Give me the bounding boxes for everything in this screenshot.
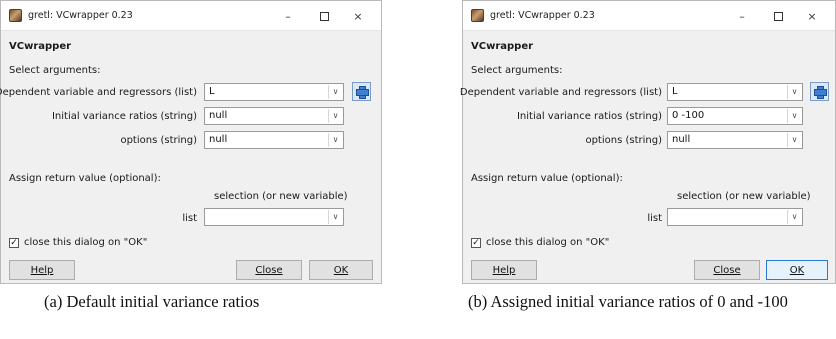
- chevron-down-icon[interactable]: ∨: [328, 109, 342, 123]
- initial-variance-ratios-combo[interactable]: null ∨: [204, 107, 344, 125]
- options-label: options (string): [120, 135, 197, 146]
- gretl-app-icon: [9, 9, 22, 22]
- dependent-variable-value: L: [209, 86, 215, 97]
- ok-button-label: OK: [333, 264, 349, 276]
- window-title: gretl: VCwrapper 0.23: [28, 10, 133, 21]
- close-on-ok-row[interactable]: ✓ close this dialog on "OK": [9, 237, 147, 248]
- select-arguments-label: Select arguments:: [9, 65, 101, 76]
- close-icon: ×: [353, 9, 363, 23]
- dependent-variable-value: L: [672, 86, 678, 97]
- panel-b: gretl: VCwrapper 0.23 – × VCwrapper Sele…: [459, 0, 836, 284]
- minimize-button[interactable]: –: [725, 1, 759, 31]
- list-label: list: [182, 213, 197, 224]
- close-button-label: Close: [255, 264, 283, 276]
- dependent-variable-label: Dependent variable and regressors (list): [0, 87, 197, 98]
- close-icon: ×: [807, 9, 817, 23]
- options-combo[interactable]: null ∨: [204, 131, 344, 149]
- dependent-variable-combo[interactable]: L ∨: [667, 83, 803, 101]
- ok-button[interactable]: OK: [766, 260, 828, 280]
- chevron-down-icon[interactable]: ∨: [787, 85, 801, 99]
- chevron-down-icon[interactable]: ∨: [787, 133, 801, 147]
- close-button[interactable]: Close: [694, 260, 760, 280]
- close-on-ok-row[interactable]: ✓ close this dialog on "OK": [471, 237, 609, 248]
- maximize-icon: [773, 11, 783, 21]
- close-on-ok-checkbox[interactable]: ✓: [471, 237, 481, 248]
- minimize-icon: –: [739, 9, 745, 23]
- initial-variance-ratios-value: 0 -100: [672, 110, 705, 121]
- dialog-heading: VCwrapper: [9, 41, 72, 52]
- dialog-heading: VCwrapper: [471, 41, 534, 52]
- list-label: list: [647, 213, 662, 224]
- caption-a: (a) Default initial variance ratios: [44, 292, 260, 311]
- selection-label: selection (or new variable): [214, 191, 348, 202]
- figure: gretl: VCwrapper 0.23 – × VCwrapper Sele…: [0, 0, 836, 339]
- initial-variance-ratios-value: null: [209, 110, 228, 121]
- close-on-ok-label: close this dialog on "OK": [486, 237, 610, 248]
- help-button-label: Help: [30, 264, 54, 276]
- initial-variance-ratios-label: Initial variance ratios (string): [51, 111, 197, 122]
- initial-variance-ratios-label: Initial variance ratios (string): [516, 111, 662, 122]
- close-button-label: Close: [713, 264, 741, 276]
- chevron-down-icon[interactable]: ∨: [328, 210, 342, 224]
- chevron-down-icon[interactable]: ∨: [328, 85, 342, 99]
- assign-return-label: Assign return value (optional):: [9, 173, 161, 184]
- maximize-icon: [319, 11, 329, 21]
- close-window-button[interactable]: ×: [341, 1, 375, 31]
- close-button[interactable]: Close: [236, 260, 302, 280]
- gretl-app-icon: [471, 9, 484, 22]
- add-list-button[interactable]: [810, 82, 829, 101]
- maximize-button[interactable]: [307, 1, 341, 31]
- plus-icon: [814, 86, 827, 99]
- minimize-icon: –: [285, 9, 291, 23]
- return-list-combo[interactable]: ∨: [204, 208, 344, 226]
- assign-return-label: Assign return value (optional):: [471, 173, 623, 184]
- panel-a: gretl: VCwrapper 0.23 – × VCwrapper Sele…: [0, 0, 382, 284]
- ok-button-label: OK: [789, 264, 805, 276]
- window-title: gretl: VCwrapper 0.23: [490, 10, 595, 21]
- help-button[interactable]: Help: [9, 260, 75, 280]
- caption-b: (b) Assigned initial variance ratios of …: [468, 292, 788, 311]
- return-list-combo[interactable]: ∨: [667, 208, 803, 226]
- plus-icon: [356, 86, 369, 99]
- chevron-down-icon[interactable]: ∨: [328, 133, 342, 147]
- dialog-window: gretl: VCwrapper 0.23 – × VCwrapper Sele…: [0, 0, 382, 284]
- close-window-button[interactable]: ×: [795, 1, 829, 31]
- ok-button[interactable]: OK: [309, 260, 373, 280]
- options-value: null: [209, 134, 228, 145]
- dependent-variable-label: Dependent variable and regressors (list): [459, 87, 662, 98]
- select-arguments-label: Select arguments:: [471, 65, 563, 76]
- chevron-down-icon[interactable]: ∨: [787, 109, 801, 123]
- close-on-ok-label: close this dialog on "OK": [24, 237, 148, 248]
- help-button-label: Help: [492, 264, 516, 276]
- minimize-button[interactable]: –: [271, 1, 305, 31]
- maximize-button[interactable]: [761, 1, 795, 31]
- options-combo[interactable]: null ∨: [667, 131, 803, 149]
- add-list-button[interactable]: [352, 82, 371, 101]
- close-on-ok-checkbox[interactable]: ✓: [9, 237, 19, 248]
- initial-variance-ratios-combo[interactable]: 0 -100 ∨: [667, 107, 803, 125]
- options-label: options (string): [585, 135, 662, 146]
- chevron-down-icon[interactable]: ∨: [787, 210, 801, 224]
- dependent-variable-combo[interactable]: L ∨: [204, 83, 344, 101]
- dialog-window: gretl: VCwrapper 0.23 – × VCwrapper Sele…: [459, 0, 836, 284]
- options-value: null: [672, 134, 691, 145]
- selection-label: selection (or new variable): [677, 191, 811, 202]
- help-button[interactable]: Help: [471, 260, 537, 280]
